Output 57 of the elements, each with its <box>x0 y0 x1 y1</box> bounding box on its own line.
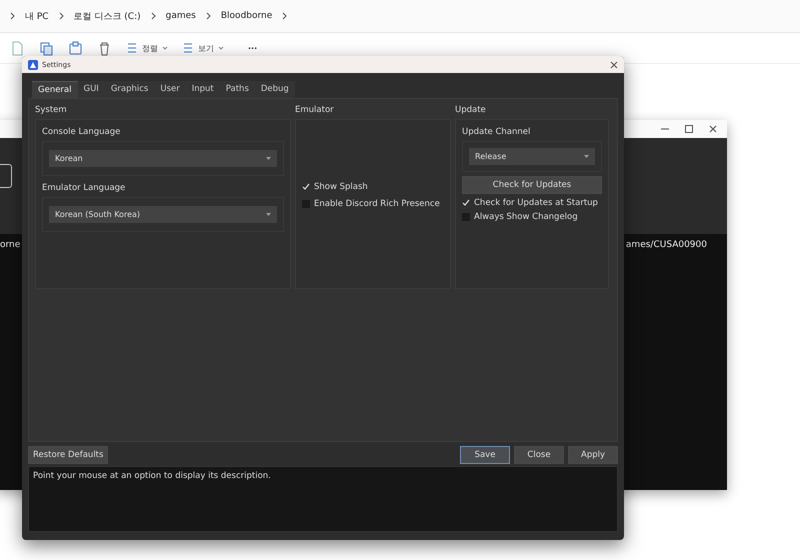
path-text: orne <box>0 240 20 250</box>
dialog-button[interactable]: Apply <box>568 446 618 464</box>
checkbox-label: Always Show Changelog <box>474 212 578 222</box>
checkbox-label: Show Splash <box>314 182 368 192</box>
breadcrumb-item[interactable]: 로컬 디스크 (C:) <box>74 10 141 22</box>
dropdown[interactable]: Korean <box>49 150 277 167</box>
toolbar-menu[interactable]: 정렬 <box>142 42 158 54</box>
dialog-button[interactable]: Close <box>514 446 564 464</box>
restore-defaults-button[interactable]: Restore Defaults <box>28 446 108 464</box>
dropdown[interactable]: Release <box>469 148 595 165</box>
group-title: System <box>35 105 68 117</box>
check-updates-button[interactable]: Check for Updates <box>462 176 602 194</box>
field-label: Console Language <box>42 126 122 137</box>
caret-icon <box>162 46 168 50</box>
caret-icon <box>583 154 589 159</box>
group-title: Emulator <box>295 105 335 117</box>
group-title: Update <box>455 105 487 117</box>
field-label: Update Channel <box>462 126 532 137</box>
toolbar-menu[interactable]: 보기 <box>198 42 214 54</box>
checkbox[interactable] <box>462 199 470 207</box>
clipboard-icon[interactable] <box>68 40 83 56</box>
address-bar[interactable]: 내 PC 로컬 디스크 (C:) games Bloodborne <box>0 0 800 33</box>
list-icon <box>126 42 138 54</box>
app-icon <box>28 60 38 70</box>
tab[interactable]: Paths <box>220 81 255 98</box>
dialog-button[interactable]: Save <box>460 446 510 464</box>
tab[interactable]: Graphics <box>104 81 154 98</box>
tab[interactable]: User <box>154 81 186 98</box>
maximize-icon[interactable] <box>685 125 693 133</box>
copy-icon[interactable] <box>39 40 54 56</box>
description-text: Point your mouse at an option to display its description. <box>33 471 272 481</box>
breadcrumb-item[interactable]: 내 PC <box>25 10 49 22</box>
caret-icon <box>265 212 271 217</box>
close-icon[interactable] <box>610 60 618 68</box>
breadcrumb-item[interactable]: Bloodborne <box>220 11 272 21</box>
chevron-icon <box>282 12 288 20</box>
trash-icon[interactable] <box>97 40 112 56</box>
chevron-icon <box>10 12 15 20</box>
tab[interactable]: Debug <box>254 81 295 98</box>
checkbox-label: Enable Discord Rich Presence <box>314 199 440 209</box>
tab[interactable]: Input <box>186 81 220 98</box>
dropdown[interactable]: Korean (South Korea) <box>49 206 277 223</box>
field-label: Emulator Language <box>42 182 126 193</box>
breadcrumb-item[interactable]: games <box>166 11 196 21</box>
chevron-icon <box>58 12 64 20</box>
more-button[interactable]: ··· <box>238 44 258 52</box>
caret-icon <box>218 46 224 50</box>
list-icon <box>182 42 194 54</box>
tab[interactable]: General <box>32 81 78 98</box>
tab[interactable]: GUI <box>78 81 105 98</box>
checkbox-label: Check for Updates at Startup <box>474 198 598 208</box>
close-icon[interactable] <box>709 125 717 133</box>
checkbox[interactable] <box>302 183 310 191</box>
caret-icon <box>265 156 271 161</box>
chevron-icon <box>150 12 156 20</box>
chevron-icon <box>206 12 211 20</box>
path-text: ames/CUSA00900 <box>626 240 707 250</box>
